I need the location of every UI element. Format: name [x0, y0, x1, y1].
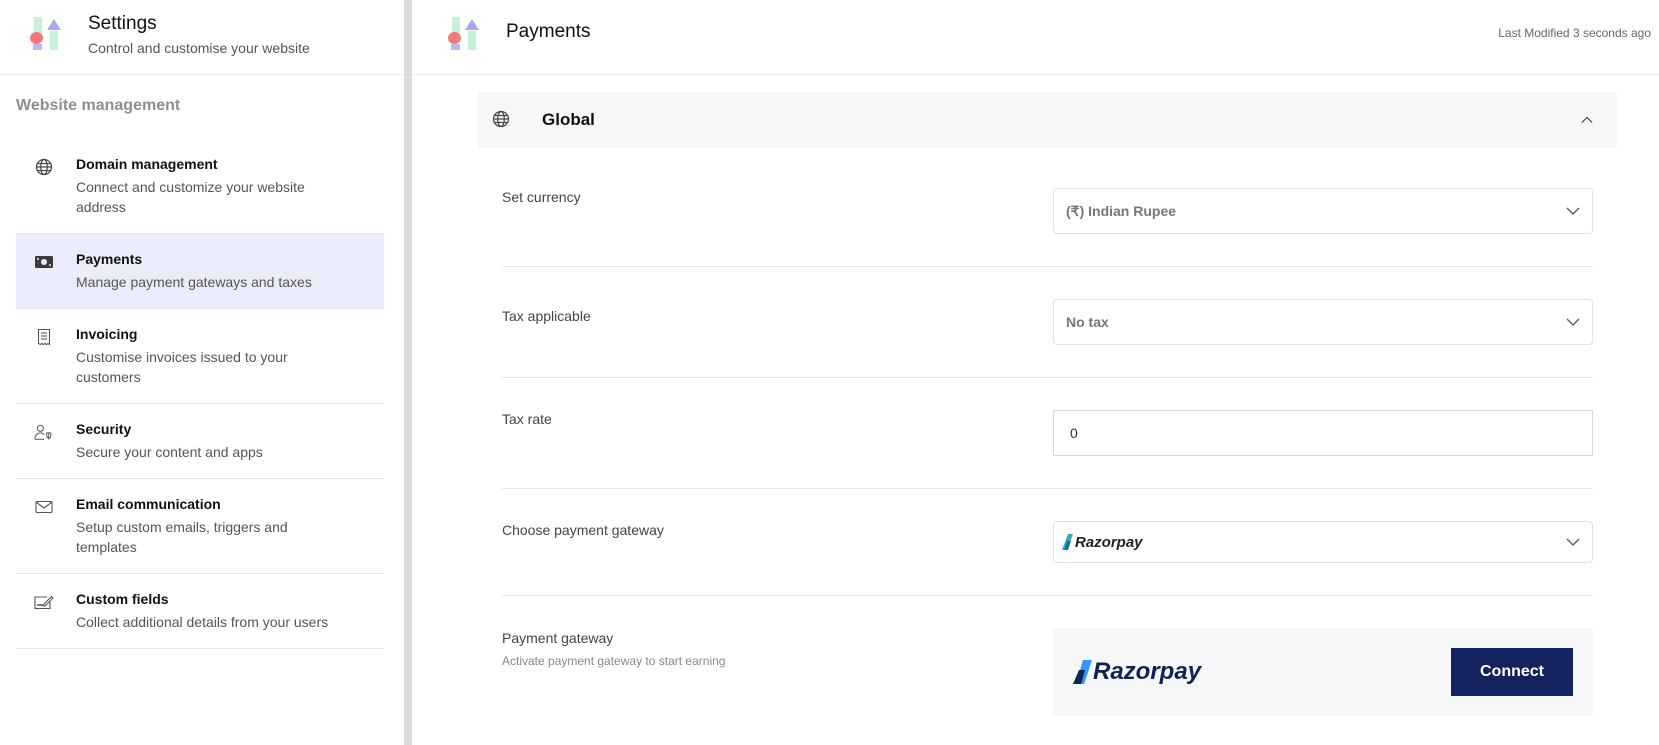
nav-desc: Customise invoices issued to your custom…	[76, 349, 288, 385]
gateway-select-label: Choose payment gateway	[502, 522, 664, 538]
globe-icon	[492, 110, 512, 130]
tax-rate-input[interactable]: 0	[1053, 410, 1593, 456]
currency-select[interactable]: (₹) Indian Rupee	[1053, 188, 1593, 234]
nav-list: Domain management Connect and customize …	[16, 139, 384, 649]
nav-title: Domain management	[76, 156, 218, 172]
razorpay-select-text: Razorpay	[1075, 533, 1143, 551]
sidebar-header: Settings Control and customise your webs…	[0, 0, 404, 75]
global-section-header[interactable]: Global	[478, 92, 1617, 148]
chevron-down-icon	[1566, 318, 1580, 326]
payment-gateway-label: Payment gateway	[502, 630, 614, 646]
nav-title: Invoicing	[76, 326, 138, 342]
section-title: Global	[542, 110, 595, 129]
settings-rows: Set currency (₹) Indian Rupee Tax applic…	[478, 148, 1617, 736]
razorpay-logo: Razorpay	[1062, 534, 1143, 551]
chevron-down-icon	[1566, 207, 1580, 215]
currency-label: Set currency	[502, 189, 581, 205]
currency-row: Set currency (₹) Indian Rupee	[502, 148, 1593, 267]
nav-desc: Collect additional details from your use…	[76, 614, 329, 630]
tax-rate-label: Tax rate	[502, 411, 552, 427]
sidebar-subtitle: Control and customise your website	[88, 40, 310, 56]
nav-desc: Secure your content and apps	[76, 444, 263, 460]
razorpay-logo-text: Razorpay	[1093, 658, 1202, 685]
main-header: Payments Last Modified 3 seconds ago	[412, 0, 1659, 75]
app-logo	[30, 17, 66, 53]
payment-gateway-sublabel: Activate payment gateway to start earnin…	[502, 654, 726, 668]
settings-app: Settings Control and customise your webs…	[0, 0, 1659, 745]
global-section: Global Set currency (₹) Indian Rupee Tax…	[478, 92, 1617, 736]
nav-title: Email communication	[76, 496, 221, 512]
gateway-card: Razorpay Connect	[1053, 628, 1593, 716]
receipt-icon	[34, 327, 54, 347]
globe-icon	[34, 157, 54, 177]
main-panel: Payments Last Modified 3 seconds ago Glo…	[412, 0, 1659, 745]
tax-value: No tax	[1066, 314, 1109, 330]
tax-row: Tax applicable No tax	[502, 267, 1593, 378]
sidebar-item-payments[interactable]: Payments Manage payment gateways and tax…	[16, 234, 384, 309]
last-modified-status: Last Modified 3 seconds ago	[1498, 26, 1651, 40]
panel-divider[interactable]	[404, 0, 412, 745]
tax-select[interactable]: No tax	[1053, 299, 1593, 345]
page-title: Payments	[506, 21, 591, 42]
tax-rate-row: Tax rate 0	[502, 378, 1593, 489]
nav-desc: Connect and customize your website addre…	[76, 179, 305, 215]
chevron-down-icon	[1566, 538, 1580, 546]
tax-label: Tax applicable	[502, 308, 591, 324]
currency-value: (₹) Indian Rupee	[1066, 202, 1177, 219]
chevron-up-icon[interactable]	[1581, 114, 1593, 126]
sidebar-item-security[interactable]: Security Secure your content and apps	[16, 404, 384, 479]
nav-title: Payments	[76, 251, 143, 267]
razorpay-logo: Razorpay	[1073, 658, 1201, 686]
edit-field-icon	[34, 592, 54, 612]
connect-button[interactable]: Connect	[1451, 648, 1573, 696]
sidebar: Settings Control and customise your webs…	[0, 0, 404, 745]
sidebar-item-email-communication[interactable]: Email communication Setup custom emails,…	[16, 479, 384, 574]
nav-title: Custom fields	[76, 591, 169, 607]
user-shield-icon	[34, 422, 54, 442]
gateway-select-row: Choose payment gateway Razorpay	[502, 489, 1593, 596]
sidebar-title: Settings	[88, 13, 157, 34]
sidebar-item-custom-fields[interactable]: Custom fields Collect additional details…	[16, 574, 384, 649]
nav-desc: Manage payment gateways and taxes	[76, 274, 312, 290]
page-logo	[448, 17, 484, 53]
money-icon	[34, 252, 54, 272]
sidebar-item-invoicing[interactable]: Invoicing Customise invoices issued to y…	[16, 309, 384, 404]
nav-desc: Setup custom emails, triggers and templa…	[76, 519, 288, 555]
envelope-icon	[34, 497, 54, 517]
gateway-select[interactable]: Razorpay	[1053, 521, 1593, 563]
payment-gateway-row: Payment gateway Activate payment gateway…	[502, 596, 1593, 736]
nav-title: Security	[76, 421, 132, 437]
sidebar-item-domain-management[interactable]: Domain management Connect and customize …	[16, 139, 384, 234]
section-label: Website management	[16, 97, 181, 114]
